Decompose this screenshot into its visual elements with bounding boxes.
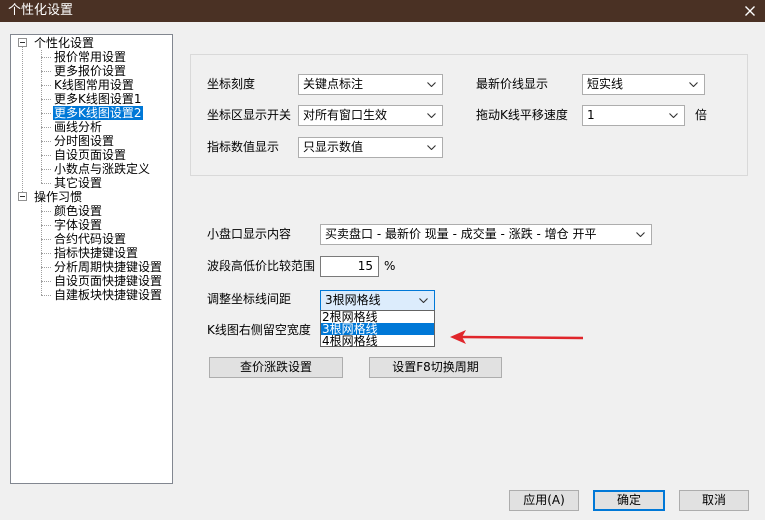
tree-item-custom-page-settings[interactable]: 自设页面设置 bbox=[53, 148, 127, 162]
latest-price-line-label: 最新价线显示 bbox=[476, 77, 549, 91]
tree-branch-stub bbox=[41, 281, 51, 282]
tree-item-custom-sector-hotkey-settings[interactable]: 自建板块快捷键设置 bbox=[53, 288, 163, 302]
kline-right-margin-label: K线图右侧留空宽度 bbox=[207, 323, 311, 337]
f8-cycle-settings-button[interactable]: 设置F8切换周期 bbox=[369, 357, 502, 378]
grid-spacing-value: 3根网格线 bbox=[325, 293, 381, 307]
mini-quote-content-value: 买卖盘口 - 最新价 现量 - 成交量 - 涨跌 - 增仓 开平 bbox=[325, 227, 597, 241]
cancel-button[interactable]: 取消 bbox=[679, 490, 749, 511]
grid-spacing-option[interactable]: 2根网格线 bbox=[321, 311, 434, 323]
tree-branch-stub bbox=[41, 267, 51, 268]
price-change-settings-button[interactable]: 查价涨跌设置 bbox=[209, 357, 343, 378]
latest-price-line-combo[interactable]: 短实线 bbox=[582, 74, 705, 95]
tree-children-connector bbox=[41, 50, 42, 183]
kline-drag-speed-label: 拖动K线平移速度 bbox=[476, 108, 568, 122]
tree-item-period-hotkey-settings[interactable]: 分析周期快捷键设置 bbox=[53, 260, 163, 274]
mini-quote-content-combo[interactable]: 买卖盘口 - 最新价 现量 - 成交量 - 涨跌 - 增仓 开平 bbox=[320, 224, 652, 245]
axis-area-toggle-value: 对所有窗口生效 bbox=[303, 108, 388, 122]
chevron-down-icon bbox=[636, 232, 645, 237]
grid-spacing-dropdown-list[interactable]: 2根网格线 3根网格线 4根网格线 bbox=[320, 310, 435, 347]
chevron-down-icon bbox=[689, 82, 698, 87]
tree-branch-stub bbox=[41, 85, 51, 86]
axis-area-toggle-combo[interactable]: 对所有窗口生效 bbox=[298, 105, 443, 126]
tree-branch-stub bbox=[41, 169, 51, 170]
grid-spacing-label: 调整坐标线间距 bbox=[207, 292, 292, 306]
close-button[interactable] bbox=[735, 0, 765, 22]
latest-price-line-value: 短实线 bbox=[587, 77, 624, 91]
axis-scale-value: 关键点标注 bbox=[303, 77, 364, 91]
tree-item-more-kline-settings-1[interactable]: 更多K线图设置1 bbox=[53, 92, 143, 106]
tree-branch-stub bbox=[41, 113, 51, 114]
chevron-down-icon bbox=[669, 113, 678, 118]
tree-branch-stub bbox=[41, 57, 51, 58]
wave-range-unit: % bbox=[384, 259, 396, 273]
tree-item-indicator-hotkey-settings[interactable]: 指标快捷键设置 bbox=[53, 246, 139, 260]
settings-tree[interactable]: 个性化设置 报价常用设置 更多报价设置 K线图常用设置 更多K线图设置1 更多K… bbox=[10, 34, 173, 484]
tree-branch-stub bbox=[41, 211, 51, 212]
tree-item-decimal-and-change-definition[interactable]: 小数点与涨跌定义 bbox=[53, 162, 151, 176]
chevron-down-icon bbox=[419, 298, 428, 303]
tree-branch-stub bbox=[41, 99, 51, 100]
annotation-arrow bbox=[450, 330, 584, 344]
tree-item-quote-common-settings[interactable]: 报价常用设置 bbox=[53, 50, 127, 64]
indicator-value-display-value: 只显示数值 bbox=[303, 140, 364, 154]
tree-branch-stub bbox=[41, 71, 51, 72]
grid-spacing-option[interactable]: 4根网格线 bbox=[321, 335, 434, 347]
tree-item-more-kline-settings-2[interactable]: 更多K线图设置2 bbox=[53, 106, 143, 120]
grid-spacing-combo[interactable]: 3根网格线 bbox=[320, 290, 435, 311]
tree-item-intraday-chart-settings[interactable]: 分时图设置 bbox=[53, 134, 115, 148]
wave-range-label: 波段高低价比较范围 bbox=[207, 259, 316, 273]
tree-branch-stub bbox=[41, 127, 51, 128]
indicator-value-display-label: 指标数值显示 bbox=[207, 140, 280, 154]
tree-item-custom-page-hotkey-settings[interactable]: 自设页面快捷键设置 bbox=[53, 274, 163, 288]
tree-item-font-settings[interactable]: 字体设置 bbox=[53, 218, 103, 232]
tree-branch-stub bbox=[41, 183, 51, 184]
tree-item-contract-code-settings[interactable]: 合约代码设置 bbox=[53, 232, 127, 246]
window-title: 个性化设置 bbox=[8, 3, 74, 18]
tree-branch-stub bbox=[41, 155, 51, 156]
ok-button[interactable]: 确定 bbox=[593, 490, 665, 511]
tree-item-kline-common-settings[interactable]: K线图常用设置 bbox=[53, 78, 135, 92]
tree-group-personalization[interactable]: 个性化设置 bbox=[33, 36, 95, 50]
axis-area-toggle-label: 坐标区显示开关 bbox=[207, 108, 292, 122]
tree-branch-stub bbox=[41, 225, 51, 226]
axis-scale-combo[interactable]: 关键点标注 bbox=[298, 74, 443, 95]
axis-scale-label: 坐标刻度 bbox=[207, 77, 256, 91]
tree-item-color-settings[interactable]: 颜色设置 bbox=[53, 204, 103, 218]
grid-spacing-option[interactable]: 3根网格线 bbox=[321, 323, 434, 335]
mini-quote-content-label: 小盘口显示内容 bbox=[207, 227, 292, 241]
apply-button[interactable]: 应用(A) bbox=[509, 490, 579, 511]
tree-root-connector bbox=[22, 47, 23, 192]
indicator-value-display-combo[interactable]: 只显示数值 bbox=[298, 137, 443, 158]
wave-range-input[interactable]: 15 bbox=[320, 256, 379, 277]
kline-drag-speed-combo[interactable]: 1 bbox=[582, 105, 685, 126]
tree-branch-stub bbox=[41, 141, 51, 142]
chevron-down-icon bbox=[427, 113, 436, 118]
close-icon bbox=[745, 6, 755, 16]
tree-collapse-icon[interactable] bbox=[18, 38, 27, 47]
chevron-down-icon bbox=[427, 145, 436, 150]
kline-drag-speed-value: 1 bbox=[587, 108, 595, 122]
tree-collapse-icon[interactable] bbox=[18, 192, 27, 201]
tree-group-operating-habits[interactable]: 操作习惯 bbox=[33, 190, 83, 204]
title-bar[interactable]: 个性化设置 bbox=[0, 0, 765, 22]
tree-item-more-quote-settings[interactable]: 更多报价设置 bbox=[53, 64, 127, 78]
tree-item-drawing-analysis[interactable]: 画线分析 bbox=[53, 120, 103, 134]
tree-item-other-settings[interactable]: 其它设置 bbox=[53, 176, 103, 190]
kline-drag-speed-unit: 倍 bbox=[695, 108, 708, 122]
tree-branch-stub bbox=[41, 295, 51, 296]
tree-branch-stub bbox=[41, 253, 51, 254]
chevron-down-icon bbox=[427, 82, 436, 87]
tree-branch-stub bbox=[41, 239, 51, 240]
